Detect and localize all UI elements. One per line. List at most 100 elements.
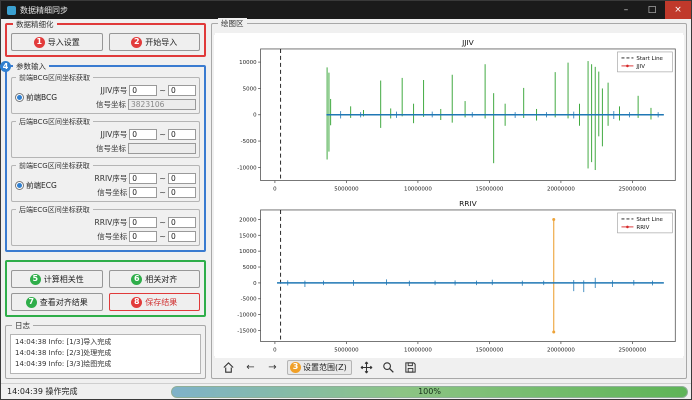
rriv-seq-label: RRIV序号 — [87, 173, 127, 184]
zoom-icon[interactable] — [381, 360, 396, 375]
status-bar: 14:04:39 操作完成 100% — [1, 383, 691, 399]
log-line: 14:04:38 Info: [1/3]导入完成 — [15, 337, 196, 348]
range-separator: ~ — [159, 188, 166, 197]
svg-text:-10000: -10000 — [237, 165, 257, 171]
right-panel: 绘图区 JJIV05000000100000001500000020000000… — [211, 23, 687, 379]
svg-text:JJIV: JJIV — [635, 64, 645, 70]
rear-ecg-coord-end-input[interactable] — [168, 231, 196, 242]
svg-text:10000000: 10000000 — [404, 347, 432, 353]
pan-icon[interactable] — [359, 360, 374, 375]
svg-text:Start Line: Start Line — [636, 56, 663, 62]
svg-text:25000000: 25000000 — [618, 187, 646, 193]
import-group-label: 数据精细化 — [13, 19, 57, 30]
rear-ecg-seq-start-input[interactable] — [129, 217, 157, 228]
window-title: 数据精细同步 — [20, 5, 68, 16]
svg-text:20000000: 20000000 — [547, 187, 575, 193]
close-button[interactable]: × — [665, 1, 691, 19]
figure-canvas: JJIV050000001000000015000000200000002500… — [215, 33, 683, 358]
import-settings-button[interactable]: 1 导入设置 — [11, 33, 103, 51]
compute-correlation-label: 计算相关性 — [44, 274, 84, 285]
jjiv-chart: JJIV050000001000000015000000200000002500… — [214, 35, 684, 196]
annotation-5: 5 — [30, 274, 41, 285]
annotation-8: 8 — [131, 297, 142, 308]
svg-text:15000000: 15000000 — [475, 347, 503, 353]
range-separator: ~ — [159, 86, 166, 95]
log-line: 14:04:39 Info: [3/3]绘图完成 — [15, 359, 196, 370]
radio-front-ecg-label: 前端ECG — [26, 180, 57, 191]
radio-front-bcg[interactable] — [15, 93, 24, 102]
signal-coord-label: 信号坐标 — [86, 99, 126, 110]
param-section-front-bcg: 前端BCG区间坐标获取 前端BCG JJIV序号 ~ 信号坐标 — [11, 77, 200, 114]
log-group-label: 日志 — [12, 320, 33, 331]
compute-correlation-button[interactable]: 5 计算相关性 — [11, 270, 103, 288]
log-line: 14:04:38 Info: [2/3]处理完成 — [15, 348, 196, 359]
svg-text:0: 0 — [253, 113, 257, 119]
front-ecg-seq-start-input[interactable] — [129, 173, 157, 184]
signal-coord-label: 信号坐标 — [86, 143, 126, 154]
back-icon[interactable]: ← — [243, 360, 258, 375]
svg-text:JJIV: JJIV — [461, 38, 475, 47]
view-align-result-button[interactable]: 7 查看对齐结果 — [11, 293, 103, 311]
title-bar: 数据精细同步 – □ × — [1, 1, 691, 19]
log-area: 14:04:38 Info: [1/3]导入完成 14:04:38 Info: … — [10, 334, 201, 374]
annotation-6: 6 — [131, 274, 142, 285]
correlation-align-button[interactable]: 6 相关对齐 — [109, 270, 201, 288]
log-group: 日志 14:04:38 Info: [1/3]导入完成 14:04:38 Inf… — [5, 325, 206, 379]
svg-text:20000000: 20000000 — [547, 347, 575, 353]
annotation-4: 4 — [0, 61, 11, 72]
rriv-chart: RRIV050000001000000015000000200000002500… — [214, 196, 684, 357]
front-ecg-coord-end-input[interactable] — [168, 187, 196, 198]
param-section-rear-bcg: 后端BCG区间坐标获取 JJIV序号 ~ 信号坐标 — [11, 121, 200, 158]
progress-bar: 100% — [171, 386, 688, 398]
svg-text:15000: 15000 — [239, 233, 257, 239]
save-icon[interactable] — [403, 360, 418, 375]
front-ecg-coord-start-input[interactable] — [129, 187, 157, 198]
progress-text: 100% — [418, 387, 441, 396]
front-ecg-seq-end-input[interactable] — [168, 173, 196, 184]
rear-ecg-coord-start-input[interactable] — [129, 231, 157, 242]
range-separator: ~ — [159, 232, 166, 241]
maximize-button[interactable]: □ — [639, 1, 665, 19]
svg-text:Start Line: Start Line — [636, 216, 663, 222]
rear-bcg-seq-start-input[interactable] — [129, 129, 157, 140]
front-bcg-signal-coord-input[interactable] — [128, 99, 196, 110]
svg-text:-15000: -15000 — [237, 328, 257, 334]
range-separator: ~ — [159, 174, 166, 183]
correlation-align-label: 相关对齐 — [145, 274, 177, 285]
param-section-rear-ecg: 后端ECG区间坐标获取 RRIV序号 ~ 信号坐标 ~ — [11, 209, 200, 246]
radio-placeholder — [15, 129, 67, 154]
minimize-button[interactable]: – — [613, 1, 639, 19]
svg-text:10000: 10000 — [239, 60, 257, 66]
jjiv-seq-end-input[interactable] — [168, 85, 196, 96]
rear-ecg-seq-end-input[interactable] — [168, 217, 196, 228]
start-import-label: 开始导入 — [145, 37, 177, 48]
forward-icon[interactable]: → — [265, 360, 280, 375]
svg-text:10000000: 10000000 — [404, 187, 432, 193]
svg-text:10000: 10000 — [239, 249, 257, 255]
import-group: 数据精细化 1 导入设置 2 开始导入 — [5, 23, 206, 57]
svg-text:5000: 5000 — [243, 86, 257, 92]
plot-toolbar: ← → 3 设置范围(Z) — [215, 358, 683, 376]
save-result-button[interactable]: 8 保存结果 — [109, 293, 201, 311]
param-section-label: 前端BCG区间坐标获取 — [16, 73, 93, 83]
start-import-button[interactable]: 2 开始导入 — [109, 33, 201, 51]
jjiv-seq-start-input[interactable] — [129, 85, 157, 96]
svg-text:-5000: -5000 — [241, 139, 257, 145]
annotation-1: 1 — [34, 37, 45, 48]
svg-text:20000: 20000 — [239, 217, 257, 223]
rear-bcg-signal-coord-input[interactable] — [128, 143, 196, 154]
rriv-seq-label: RRIV序号 — [87, 217, 127, 228]
plot-area-group: 绘图区 JJIV05000000100000001500000020000000… — [211, 23, 687, 379]
main-area: 数据精细化 1 导入设置 2 开始导入 4 参数输入 — [1, 19, 691, 383]
svg-text:-5000: -5000 — [241, 296, 257, 302]
set-range-button[interactable]: 3 设置范围(Z) — [287, 360, 352, 375]
radio-front-ecg[interactable] — [15, 181, 24, 190]
radio-placeholder — [15, 217, 67, 242]
svg-text:0: 0 — [273, 347, 277, 353]
signal-coord-label: 信号坐标 — [87, 187, 127, 198]
home-icon[interactable] — [221, 360, 236, 375]
rear-bcg-seq-end-input[interactable] — [168, 129, 196, 140]
import-settings-label: 导入设置 — [48, 37, 80, 48]
range-separator: ~ — [159, 218, 166, 227]
params-group-label: 参数输入 — [13, 61, 49, 72]
